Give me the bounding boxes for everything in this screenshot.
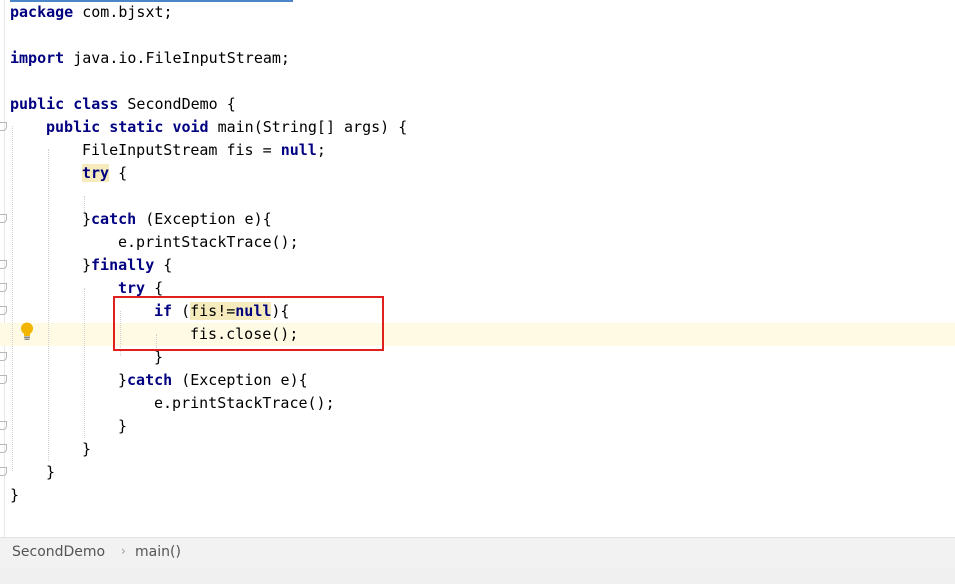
breadcrumb-method[interactable]: main() bbox=[135, 544, 181, 560]
code-line[interactable]: import java.io.FileInputStream; bbox=[10, 47, 290, 70]
code-line[interactable]: try { bbox=[82, 162, 127, 185]
code-line[interactable]: } bbox=[46, 461, 55, 484]
fold-marker-icon[interactable] bbox=[0, 467, 7, 476]
fold-marker-icon[interactable] bbox=[0, 306, 7, 315]
indent-guide bbox=[48, 149, 49, 461]
code-line[interactable]: FileInputStream fis = null; bbox=[82, 139, 326, 162]
code-line[interactable]: } bbox=[118, 415, 127, 438]
indent-guide bbox=[12, 126, 13, 471]
breadcrumb-separator-icon: › bbox=[121, 544, 126, 558]
fold-marker-icon[interactable] bbox=[0, 283, 7, 292]
code-line[interactable]: } bbox=[82, 438, 91, 461]
code-line[interactable]: } bbox=[10, 484, 19, 507]
fold-marker-icon[interactable] bbox=[0, 421, 7, 430]
breadcrumb-class[interactable]: SecondDemo bbox=[12, 544, 105, 560]
window-bottom-strip bbox=[0, 568, 955, 584]
code-line[interactable]: e.printStackTrace(); bbox=[154, 392, 335, 415]
code-line[interactable]: }catch (Exception e){ bbox=[82, 208, 272, 231]
code-editor[interactable]: package com.bjsxt; import java.io.FileIn… bbox=[0, 0, 955, 537]
code-line[interactable]: public static void main(String[] args) { bbox=[46, 116, 407, 139]
fold-marker-icon[interactable] bbox=[0, 122, 7, 131]
fold-marker-icon[interactable] bbox=[0, 260, 7, 269]
code-line[interactable]: }finally { bbox=[82, 254, 172, 277]
code-line[interactable]: }catch (Exception e){ bbox=[118, 369, 308, 392]
code-line[interactable]: package com.bjsxt; bbox=[10, 1, 173, 24]
code-line[interactable]: public class SecondDemo { bbox=[10, 93, 236, 116]
code-line[interactable]: e.printStackTrace(); bbox=[118, 231, 299, 254]
indent-guide bbox=[84, 288, 85, 438]
breadcrumb-bar: SecondDemo › main() bbox=[0, 537, 955, 568]
fold-marker-icon[interactable] bbox=[0, 375, 7, 384]
fold-marker-icon[interactable] bbox=[0, 352, 7, 361]
highlight-annotation-box bbox=[113, 296, 384, 351]
fold-marker-icon[interactable] bbox=[0, 444, 7, 453]
lightbulb-icon[interactable] bbox=[18, 321, 36, 343]
fold-marker-icon[interactable] bbox=[0, 214, 7, 223]
